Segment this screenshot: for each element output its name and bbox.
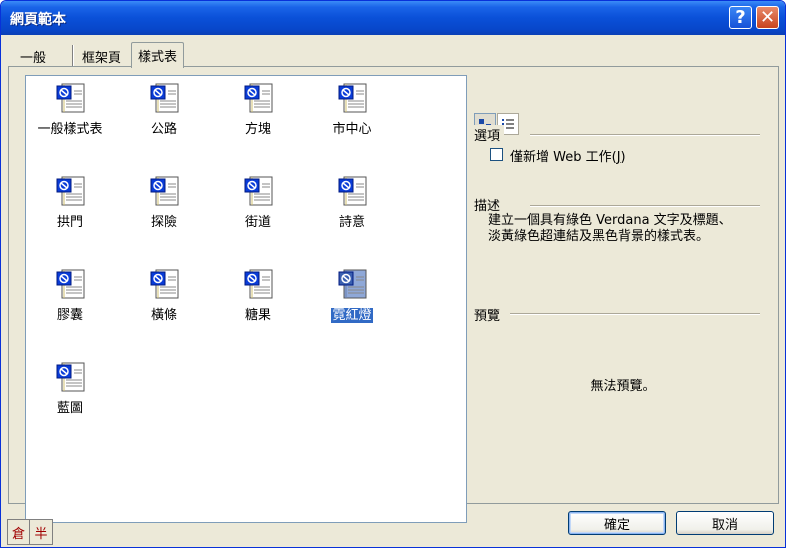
tab-general[interactable]: 一般 bbox=[14, 44, 53, 66]
description-divider bbox=[530, 205, 760, 207]
ime-width[interactable]: 半 bbox=[30, 520, 52, 544]
checkbox-label-suffix: ) bbox=[620, 150, 626, 165]
template-label: 膠囊 bbox=[26, 304, 114, 323]
stylesheet-template-icon bbox=[338, 175, 368, 207]
template-item[interactable]: 公路 bbox=[120, 82, 208, 142]
cancel-button[interactable]: 取消 bbox=[676, 511, 774, 535]
template-label-text: 膠囊 bbox=[56, 308, 83, 323]
template-label-text: 橫條 bbox=[150, 308, 177, 323]
title-bar[interactable]: 網頁範本 ? ✕ bbox=[1, 1, 785, 35]
template-item[interactable]: 詩意 bbox=[308, 175, 396, 235]
template-label-text: 藍圖 bbox=[56, 401, 83, 416]
template-label-text: 霓紅燈 bbox=[330, 307, 374, 324]
template-label: 糖果 bbox=[214, 304, 302, 323]
description-group-label: 描述 bbox=[474, 195, 505, 214]
template-label: 市中心 bbox=[308, 118, 396, 137]
template-item[interactable]: 市中心 bbox=[308, 82, 396, 142]
stylesheet-template-icon bbox=[56, 175, 86, 207]
close-button[interactable]: ✕ bbox=[756, 6, 779, 29]
template-item[interactable]: 探險 bbox=[120, 175, 208, 235]
web-tasks-only-label[interactable]: 僅新增 Web 工作(J) bbox=[510, 146, 626, 165]
template-label: 拱門 bbox=[26, 211, 114, 230]
template-label: 方塊 bbox=[214, 118, 302, 137]
template-item[interactable]: 藍圖 bbox=[26, 361, 114, 421]
template-item[interactable]: 霓紅燈 bbox=[308, 268, 396, 328]
preview-divider bbox=[510, 313, 760, 315]
template-item[interactable]: 橫條 bbox=[120, 268, 208, 328]
template-label-text: 詩意 bbox=[338, 215, 365, 230]
dialog-window: 網頁範本 ? ✕ 一般 框架頁 樣式表 一般樣式表 公路 方塊 市中心拱門 探險 街道 詩意… bbox=[0, 0, 786, 548]
stylesheet-template-icon bbox=[244, 268, 274, 300]
stylesheet-template-icon bbox=[56, 361, 86, 393]
checkbox-label-prefix: 僅新增 Web 工作( bbox=[510, 150, 617, 165]
template-label-text: 市中心 bbox=[332, 122, 372, 137]
ime-status[interactable]: 倉 半 bbox=[7, 519, 53, 545]
dialog-client: 一般 框架頁 樣式表 一般樣式表 公路 方塊 市中心拱門 探險 街道 詩意膠囊 橫條 糖果 霓紅燈… bbox=[4, 35, 782, 546]
template-label: 詩意 bbox=[308, 211, 396, 230]
options-divider bbox=[530, 134, 760, 136]
help-button[interactable]: ? bbox=[729, 6, 752, 29]
template-item[interactable]: 方塊 bbox=[214, 82, 302, 142]
template-label: 藍圖 bbox=[26, 397, 114, 416]
template-label-text: 拱門 bbox=[56, 215, 83, 230]
template-list[interactable]: 一般樣式表 公路 方塊 市中心拱門 探險 街道 詩意膠囊 橫條 糖果 霓紅燈藍圖 bbox=[25, 75, 467, 523]
stylesheet-template-icon bbox=[338, 268, 368, 300]
template-label: 街道 bbox=[214, 211, 302, 230]
window-title: 網頁範本 bbox=[10, 12, 66, 28]
preview-group-label: 預覽 bbox=[474, 305, 505, 324]
template-label: 一般樣式表 bbox=[26, 118, 114, 137]
template-item[interactable]: 糖果 bbox=[214, 268, 302, 328]
options-group-label: 選項 bbox=[474, 125, 505, 144]
stylesheet-template-icon bbox=[244, 82, 274, 114]
web-tasks-only-checkbox[interactable] bbox=[490, 148, 503, 161]
description-text: 建立一個具有綠色 Verdana 文字及標題、淡黃綠色超連結及黑色背景的樣式表。 bbox=[488, 213, 732, 244]
stylesheet-template-icon bbox=[56, 268, 86, 300]
template-label-text: 一般樣式表 bbox=[37, 122, 103, 137]
ok-button[interactable]: 確定 bbox=[568, 511, 666, 535]
stylesheet-template-icon bbox=[338, 82, 368, 114]
template-label-text: 街道 bbox=[244, 215, 271, 230]
template-label-text: 方塊 bbox=[244, 122, 271, 137]
stylesheet-template-icon bbox=[150, 82, 180, 114]
tab-stylesheets[interactable]: 樣式表 bbox=[131, 42, 185, 68]
template-label: 霓紅燈 bbox=[308, 304, 396, 324]
stylesheet-template-icon bbox=[150, 175, 180, 207]
template-label-text: 探險 bbox=[150, 215, 177, 230]
ime-mode[interactable]: 倉 bbox=[8, 520, 30, 544]
no-preview-message: 無法預覽。 bbox=[590, 379, 656, 394]
template-label-text: 糖果 bbox=[244, 308, 271, 323]
template-item[interactable]: 膠囊 bbox=[26, 268, 114, 328]
template-label: 橫條 bbox=[120, 304, 208, 323]
template-label: 公路 bbox=[120, 118, 208, 137]
stylesheet-template-icon bbox=[150, 268, 180, 300]
stylesheet-template-icon bbox=[56, 82, 86, 114]
tab-frames[interactable]: 框架頁 bbox=[76, 44, 128, 66]
template-label-text: 公路 bbox=[150, 122, 177, 137]
template-item[interactable]: 一般樣式表 bbox=[26, 82, 114, 142]
stylesheet-template-icon bbox=[244, 175, 274, 207]
tab-separator bbox=[72, 45, 74, 66]
template-item[interactable]: 街道 bbox=[214, 175, 302, 235]
template-item[interactable]: 拱門 bbox=[26, 175, 114, 235]
template-label: 探險 bbox=[120, 211, 208, 230]
